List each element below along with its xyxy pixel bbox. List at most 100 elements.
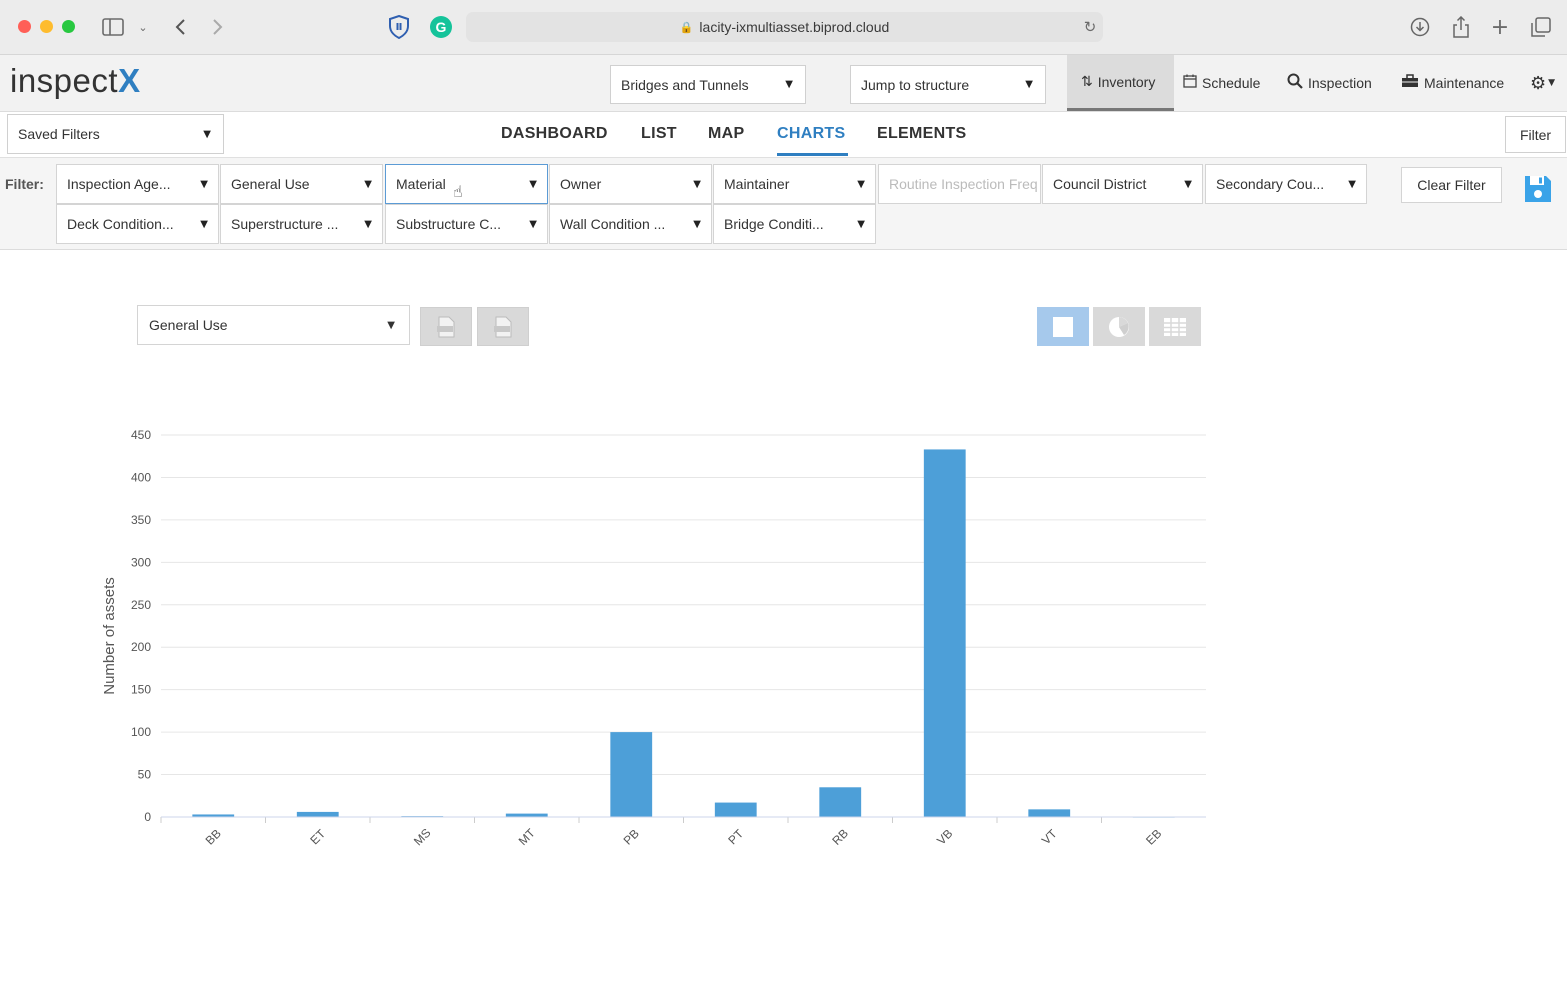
pie-chart-view-button[interactable] [1093, 307, 1145, 346]
x-tick-label: BB [203, 826, 224, 847]
lock-icon: 🔒 [679, 20, 694, 34]
x-tick-label: RB [829, 826, 851, 848]
bar-chart-view-button[interactable] [1037, 307, 1089, 346]
tab-charts[interactable]: CHARTS [777, 125, 845, 143]
new-tab-icon[interactable]: + [1490, 14, 1510, 40]
caret-down-icon: ▼ [203, 128, 211, 140]
export-pdf-button[interactable] [420, 307, 472, 346]
filter-value: Wall Condition ... [560, 216, 666, 232]
y-axis-label: Number of assets [101, 577, 118, 695]
export-image-button[interactable] [477, 307, 529, 346]
reload-icon[interactable]: ↻ [1080, 14, 1100, 40]
caret-down-icon: ▼ [1184, 178, 1192, 190]
image-file-icon [494, 316, 512, 337]
y-tick-label: 250 [131, 598, 151, 612]
caret-down-icon: ▼ [529, 178, 537, 190]
table-icon [1164, 317, 1186, 336]
filter-routine-inspection-freq[interactable]: Routine Inspection Freq [878, 164, 1041, 204]
filter-value: General Use [231, 176, 310, 192]
filter-value: Material [396, 176, 446, 192]
nav-maintenance-label: Maintenance [1424, 75, 1505, 91]
y-tick-label: 100 [131, 725, 151, 739]
gear-icon: ⚙ [1530, 72, 1547, 94]
tab-map[interactable]: MAP [708, 125, 744, 143]
back-icon[interactable] [170, 14, 190, 40]
nav-inventory[interactable]: ⇅ Inventory [1067, 55, 1174, 111]
active-tab-indicator [777, 153, 848, 156]
filter-secondary-council[interactable]: Secondary Cou... ▼ [1205, 164, 1367, 204]
close-window-button[interactable] [18, 20, 31, 33]
filter-general-use[interactable]: General Use ▼ [220, 164, 383, 204]
caret-down-icon: ▼ [1548, 78, 1556, 88]
saved-filters-select[interactable]: Saved Filters ▼ [7, 114, 224, 154]
grammarly-icon[interactable]: G [430, 16, 452, 38]
bar-pb [610, 732, 653, 817]
share-icon[interactable] [1450, 14, 1472, 40]
sidebar-toggle-icon[interactable] [100, 14, 126, 40]
jump-to-structure-select[interactable]: Jump to structure ▼ [850, 65, 1046, 104]
y-tick-label: 50 [138, 768, 152, 782]
filter-inspection-age[interactable]: Inspection Age... ▼ [56, 164, 219, 204]
asset-type-select[interactable]: Bridges and Tunnels ▼ [610, 65, 806, 104]
filter-value: Routine Inspection Freq [889, 176, 1038, 192]
bar-vt [1028, 809, 1071, 817]
nav-inspection[interactable]: Inspection [1287, 55, 1372, 111]
y-tick-label: 350 [131, 513, 151, 527]
caret-down-icon: ▼ [693, 218, 701, 230]
y-tick-label: 150 [131, 683, 151, 697]
filter-value: Secondary Cou... [1216, 176, 1325, 192]
chart-group-by-select[interactable]: General Use ▼ [137, 305, 410, 345]
caret-down-icon: ▼ [1348, 178, 1356, 190]
clear-filter-button[interactable]: Clear Filter [1401, 167, 1502, 203]
search-icon [1287, 73, 1303, 93]
tab-dashboard[interactable]: DASHBOARD [501, 125, 608, 143]
filter-value: Deck Condition... [67, 216, 174, 232]
y-tick-label: 400 [131, 470, 151, 484]
chevron-down-icon[interactable]: ⌄ [136, 14, 150, 40]
filter-substructure[interactable]: Substructure C... ▼ [385, 204, 548, 244]
caret-down-icon: ▼ [529, 218, 537, 230]
filter-value: Substructure C... [396, 216, 502, 232]
download-icon[interactable] [1408, 14, 1432, 40]
filter-material[interactable]: Material ▼ [385, 164, 548, 204]
caret-down-icon: ▼ [200, 178, 208, 190]
filter-value: Owner [560, 176, 602, 192]
nav-inventory-label: Inventory [1097, 73, 1156, 90]
tab-list[interactable]: LIST [641, 125, 677, 143]
save-icon[interactable] [1522, 173, 1554, 205]
pie-chart-icon [1109, 316, 1129, 337]
y-tick-label: 200 [131, 640, 151, 654]
filter-bridge-condition[interactable]: Bridge Conditi... ▼ [713, 204, 876, 244]
maximize-window-button[interactable] [62, 20, 75, 33]
logo-text: inspect [10, 62, 119, 99]
inspectx-logo[interactable]: inspectX [10, 62, 141, 100]
nav-schedule[interactable]: Schedule [1183, 55, 1260, 111]
bar-vb [923, 449, 966, 817]
filter-superstructure[interactable]: Superstructure ... ▼ [220, 204, 383, 244]
address-bar[interactable]: 🔒 lacity-ixmultiasset.biprod.cloud [466, 12, 1103, 42]
chart-group-by-value: General Use [149, 317, 228, 333]
tabs-overview-icon[interactable] [1530, 14, 1552, 40]
saved-filters-label: Saved Filters [18, 126, 100, 142]
caret-down-icon: ▼ [693, 178, 701, 190]
settings-menu[interactable]: ⚙ ▼ [1530, 55, 1555, 111]
bar-et [296, 811, 339, 817]
table-view-button[interactable] [1149, 307, 1201, 346]
filter-button[interactable]: Filter [1505, 116, 1566, 153]
filter-maintainer[interactable]: Maintainer ▼ [713, 164, 876, 204]
privacy-shield-icon[interactable] [388, 15, 410, 39]
nav-maintenance[interactable]: Maintenance [1401, 55, 1504, 111]
filter-value: Maintainer [724, 176, 790, 192]
filter-council-district[interactable]: Council District ▼ [1042, 164, 1203, 204]
x-tick-label: ET [307, 826, 328, 847]
minimize-window-button[interactable] [40, 20, 53, 33]
filter-wall-condition[interactable]: Wall Condition ... ▼ [549, 204, 712, 244]
filter-deck-condition[interactable]: Deck Condition... ▼ [56, 204, 219, 244]
filter-owner[interactable]: Owner ▼ [549, 164, 712, 204]
tab-elements[interactable]: ELEMENTS [877, 125, 967, 143]
caret-down-icon: ▼ [364, 178, 372, 190]
sort-icon: ⇅ [1081, 73, 1093, 90]
bar-pt [714, 802, 757, 817]
jump-to-value: Jump to structure [861, 76, 970, 93]
forward-icon[interactable] [208, 14, 228, 40]
